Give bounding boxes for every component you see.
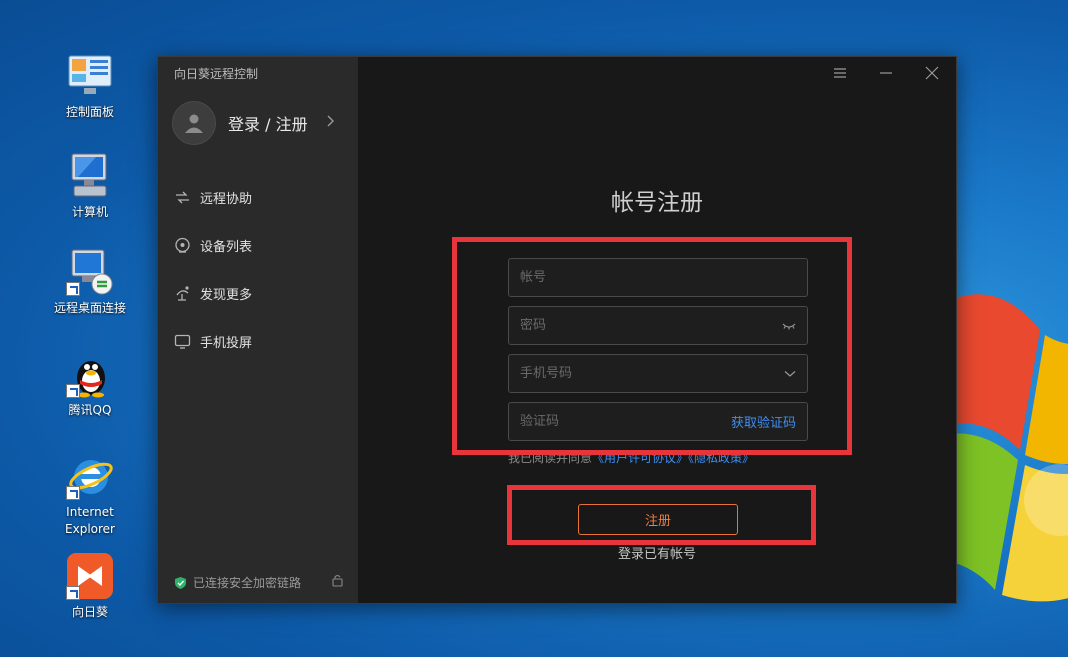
login-existing-link: 登录已有帐号	[358, 543, 956, 562]
desktop-icon-control-panel[interactable]: 控制面板	[50, 52, 130, 121]
shield-check-icon	[175, 576, 186, 589]
user-icon	[185, 114, 203, 133]
eye-closed-icon[interactable]	[782, 322, 796, 330]
phone-cast-icon	[174, 334, 191, 349]
window-controls	[830, 65, 942, 81]
desktop-icon-internet-explorer[interactable]: Internet Explorer	[50, 452, 130, 538]
discover-icon	[176, 285, 189, 301]
connection-status: 已连接安全加密链路	[174, 574, 344, 591]
minimize-icon[interactable]	[876, 65, 896, 81]
menu-icon[interactable]	[830, 65, 850, 81]
chevron-right-icon	[327, 115, 334, 127]
sidebar-item-discover[interactable]: 发现更多	[174, 269, 344, 317]
get-code-button[interactable]: 获取验证码	[731, 412, 796, 431]
sidebar-item-device-list[interactable]: 设备列表	[174, 221, 344, 269]
phone-input[interactable]	[520, 366, 784, 381]
qq-icon	[66, 350, 114, 398]
app-title: 向日葵远程控制	[174, 67, 259, 81]
control-panel-icon	[66, 52, 114, 100]
desktop-icon-qq[interactable]: 腾讯QQ	[50, 350, 130, 419]
remote-desktop-icon	[66, 248, 114, 296]
terms-link[interactable]: 《用户许可协议》	[592, 451, 688, 465]
desktop-icon-label: 远程桌面连接	[53, 301, 126, 315]
password-field	[508, 306, 808, 345]
sidebar-item-phone-cast[interactable]: 手机投屏	[174, 317, 344, 365]
desktop-icon-sunlogin[interactable]: 向日葵	[50, 552, 130, 621]
sidebar-nav: 远程协助 设备列表 发现更多 手机投屏	[174, 173, 344, 365]
sidebar-item-remote-assist[interactable]: 远程协助	[174, 173, 344, 221]
login-register-entry[interactable]: 登录 / 注册	[172, 101, 348, 145]
register-button[interactable]: 注册	[578, 504, 738, 535]
agreement-text: 我已阅读并同意《用户许可协议》《隐私政策》	[508, 449, 754, 466]
main-panel: 帐号注册 获取验证码 我已阅读并同意《用户许可协议》《隐私政策》 注册 登录已有…	[358, 57, 956, 603]
shortcut-arrow-icon	[66, 586, 80, 600]
connection-status-text: 已连接安全加密链路	[193, 576, 302, 590]
login-existing-label[interactable]: 登录已有帐号	[618, 547, 696, 562]
agreement-prefix: 我已阅读并同意	[508, 451, 593, 465]
desktop-icon-label: Internet Explorer	[65, 505, 115, 536]
shortcut-arrow-icon	[66, 384, 80, 398]
sidebar-item-label: 手机投屏	[200, 335, 253, 351]
account-input[interactable]	[520, 270, 796, 285]
lock-icon[interactable]	[331, 573, 344, 587]
form-title: 帐号注册	[611, 190, 703, 216]
sidebar: 向日葵远程控制 登录 / 注册 远程协助 设备列表 发现更多 手机投屏 已连接安…	[158, 57, 358, 603]
privacy-link[interactable]: 《隐私政策》	[688, 451, 754, 465]
sidebar-item-label: 发现更多	[200, 287, 253, 303]
code-input[interactable]	[520, 414, 731, 429]
shortcut-arrow-icon	[66, 486, 80, 500]
desktop-icon-label: 控制面板	[65, 105, 114, 119]
chevron-down-icon[interactable]	[784, 370, 796, 378]
computer-icon	[66, 152, 114, 200]
desktop-icon-remote-desktop[interactable]: 远程桌面连接	[50, 248, 130, 317]
account-field	[508, 258, 808, 297]
password-input[interactable]	[520, 318, 782, 333]
desktop-icon-label: 计算机	[71, 205, 108, 219]
avatar	[172, 101, 216, 145]
desktop-icon-label: 向日葵	[71, 605, 108, 619]
desktop-icon-label: 腾讯QQ	[68, 403, 112, 417]
phone-field	[508, 354, 808, 393]
sidebar-item-label: 设备列表	[200, 239, 253, 255]
sidebar-item-label: 远程协助	[200, 191, 253, 207]
remote-assist-icon	[176, 191, 189, 203]
shortcut-arrow-icon	[66, 282, 80, 296]
code-field: 获取验证码	[508, 402, 808, 441]
close-icon[interactable]	[922, 65, 942, 81]
login-register-label: 登录 / 注册	[228, 115, 308, 134]
device-list-icon	[175, 237, 190, 253]
sunlogin-window: 向日葵远程控制 登录 / 注册 远程协助 设备列表 发现更多 手机投屏 已连接安…	[157, 56, 957, 604]
sunlogin-icon	[66, 552, 114, 600]
desktop-icon-computer[interactable]: 计算机	[50, 152, 130, 221]
internet-explorer-icon	[66, 452, 114, 500]
